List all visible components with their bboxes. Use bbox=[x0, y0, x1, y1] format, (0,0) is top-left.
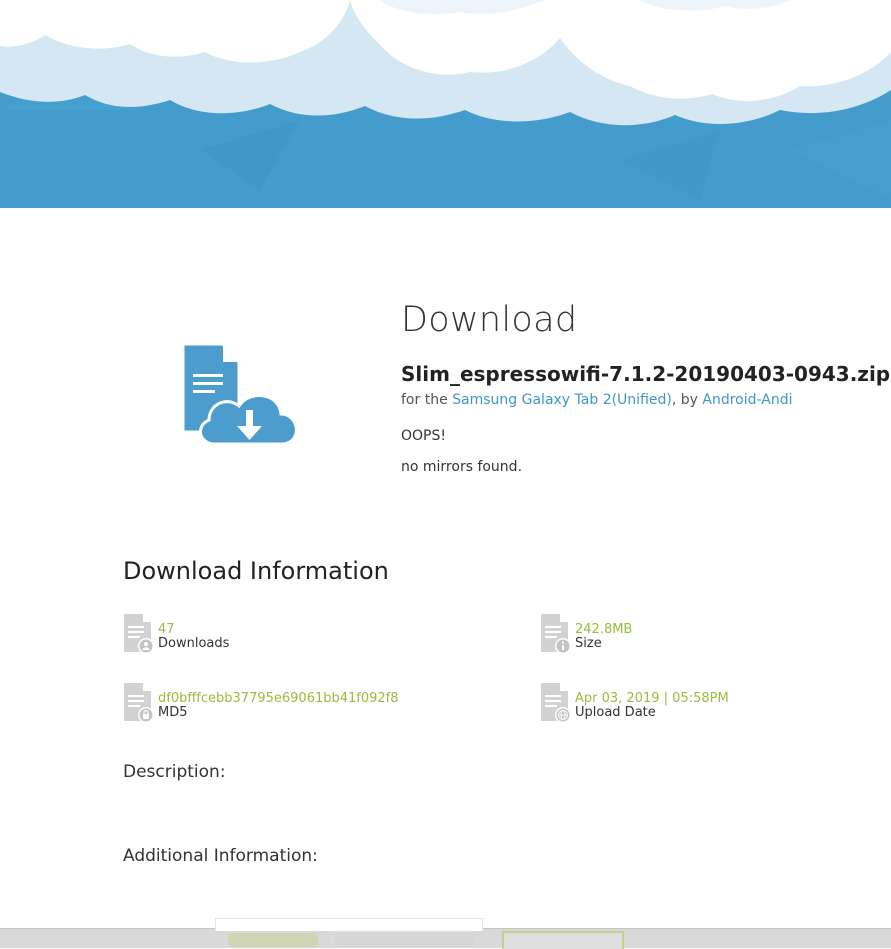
downloads-value: 47 bbox=[158, 622, 175, 637]
info-size: 242.8MB Size bbox=[540, 614, 840, 654]
clouds-illustration bbox=[0, 0, 891, 208]
hero-banner bbox=[0, 0, 891, 208]
upload-date-value: Apr 03, 2019 | 05:58PM bbox=[575, 691, 729, 706]
info-downloads: 47 Downloads bbox=[123, 614, 423, 654]
info-upload-date: Apr 03, 2019 | 05:58PM Upload Date bbox=[540, 683, 840, 723]
file-name: Slim_espressowifi-7.1.2-20190403-0943.zi… bbox=[401, 362, 891, 386]
user-icon bbox=[124, 614, 154, 654]
bottom-button[interactable] bbox=[502, 931, 624, 949]
info-md5: df0bfffcebb37795e69061bb41f092f8 MD5 bbox=[123, 683, 443, 723]
description-heading: Description: bbox=[123, 762, 226, 782]
lock-icon bbox=[124, 683, 154, 723]
download-information-heading: Download Information bbox=[123, 557, 389, 585]
size-label: Size bbox=[575, 636, 602, 651]
info-icon bbox=[541, 614, 571, 654]
downloads-label: Downloads bbox=[158, 636, 230, 651]
md5-label: MD5 bbox=[158, 705, 188, 720]
file-device-line: for the Samsung Galaxy Tab 2(Unified), b… bbox=[401, 392, 793, 408]
bottom-card bbox=[215, 918, 483, 931]
oops-message: OOPS! bbox=[401, 428, 446, 444]
download-title: Download bbox=[401, 300, 578, 340]
bottom-blob bbox=[335, 933, 475, 947]
globe-icon bbox=[541, 683, 571, 723]
download-file-icon bbox=[175, 340, 305, 455]
no-mirrors-message: no mirrors found. bbox=[401, 459, 523, 475]
additional-information-heading: Additional Information: bbox=[123, 846, 318, 866]
by-text: , by bbox=[671, 392, 703, 408]
device-link[interactable]: Samsung Galaxy Tab 2(Unified) bbox=[452, 392, 672, 408]
md5-value: df0bfffcebb37795e69061bb41f092f8 bbox=[158, 691, 399, 706]
upload-date-label: Upload Date bbox=[575, 705, 656, 720]
for-prefix: for the bbox=[401, 392, 453, 408]
size-value: 242.8MB bbox=[575, 622, 633, 637]
author-link[interactable]: Android-Andi bbox=[702, 392, 792, 408]
bottom-blob bbox=[228, 933, 318, 947]
